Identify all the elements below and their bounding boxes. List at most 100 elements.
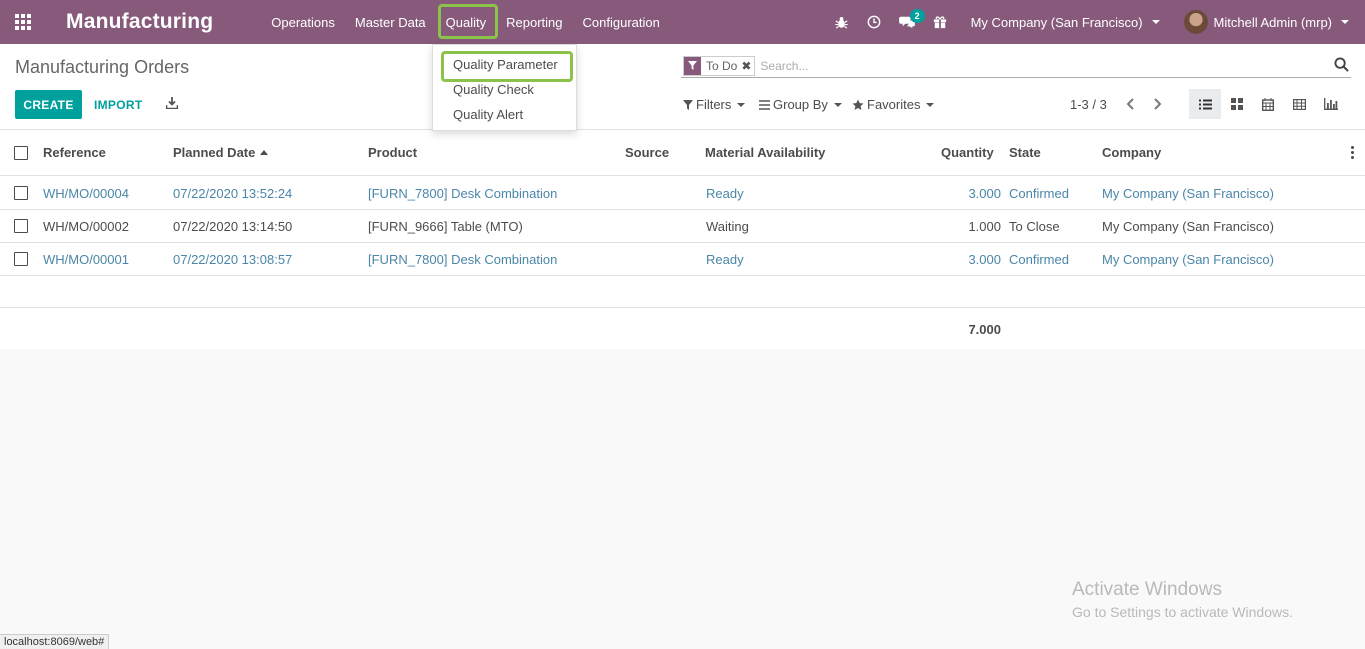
cell-state: Confirmed <box>1009 186 1069 201</box>
select-all-checkbox[interactable] <box>14 146 28 160</box>
groupby-dropdown[interactable]: Group By <box>759 97 842 112</box>
bars-icon <box>759 99 770 110</box>
column-company[interactable]: Company <box>1102 145 1161 160</box>
row-checkbox[interactable] <box>14 252 28 266</box>
watermark-subtitle: Go to Settings to activate Windows. <box>1072 604 1293 620</box>
create-button[interactable]: CREATE <box>15 90 82 119</box>
cell-company: My Company (San Francisco) <box>1102 252 1274 267</box>
cell-company: My Company (San Francisco) <box>1102 219 1274 234</box>
cell-availability: Ready <box>706 252 744 267</box>
column-state[interactable]: State <box>1009 145 1041 160</box>
messages-badge: 2 <box>909 9 925 23</box>
cell-reference: WH/MO/00004 <box>43 186 129 201</box>
chat-icon[interactable]: 2 <box>891 0 925 44</box>
total-quantity: 7.000 <box>968 322 1001 337</box>
column-planned-date-label: Planned Date <box>173 145 256 160</box>
filter-icon <box>684 56 701 75</box>
kebab-icon[interactable] <box>1351 146 1354 159</box>
windows-activation-watermark: Activate Windows Go to Settings to activ… <box>1072 579 1293 620</box>
menu-item-quality-parameter[interactable]: Quality Parameter <box>453 57 558 72</box>
chevron-down-icon <box>833 102 842 107</box>
watermark-title: Activate Windows <box>1072 579 1222 600</box>
chevron-down-icon <box>1151 20 1160 24</box>
menu-item-quality-alert[interactable]: Quality Alert <box>453 107 523 122</box>
menu-quality[interactable]: Quality <box>436 0 498 44</box>
download-icon[interactable] <box>165 93 179 113</box>
cell-product: [FURN_7800] Desk Combination <box>368 252 558 267</box>
import-button[interactable]: IMPORT <box>94 90 142 119</box>
table-row[interactable]: WH/MO/00004 07/22/2020 13:52:24 [FURN_78… <box>0 177 1365 210</box>
kanban-view-icon[interactable] <box>1221 89 1253 119</box>
column-planned-date[interactable]: Planned Date <box>173 145 269 160</box>
filters-dropdown[interactable]: Filters <box>683 97 746 112</box>
company-name: My Company (San Francisco) <box>970 14 1143 30</box>
quality-dropdown-menu: Quality Parameter Quality Check Quality … <box>432 44 577 131</box>
favorites-dropdown[interactable]: Favorites <box>852 97 935 112</box>
menu-master-data[interactable]: Master Data <box>345 0 436 44</box>
column-reference[interactable]: Reference <box>43 145 106 160</box>
manufacturing-orders-table: Reference Planned Date Product Source Ma… <box>0 130 1365 349</box>
column-product[interactable]: Product <box>368 145 417 160</box>
clock-icon[interactable] <box>858 0 891 44</box>
chevron-left-icon[interactable] <box>1123 96 1137 112</box>
sort-ascending-icon <box>260 150 269 155</box>
search-facet: To Do ✖ <box>683 55 756 76</box>
filters-label: Filters <box>696 97 732 112</box>
column-quantity[interactable]: Quantity <box>941 145 994 160</box>
facet-value: To Do <box>706 58 738 73</box>
menu-operations[interactable]: Operations <box>261 0 345 44</box>
favorites-label: Favorites <box>867 97 921 112</box>
row-checkbox[interactable] <box>14 186 28 200</box>
chevron-down-icon <box>1341 20 1349 24</box>
menu-configuration[interactable]: Configuration <box>573 0 670 44</box>
bug-icon[interactable] <box>825 0 858 44</box>
groupby-label: Group By <box>773 97 828 112</box>
search-icon[interactable] <box>1334 57 1349 75</box>
cell-availability: Ready <box>706 186 744 201</box>
main-navbar: Manufacturing Operations Master Data Qua… <box>0 0 1365 44</box>
pivot-view-icon[interactable] <box>1283 89 1315 119</box>
chevron-down-icon <box>926 102 935 107</box>
cell-availability: Waiting <box>706 219 749 234</box>
calendar-view-icon[interactable] <box>1252 89 1284 119</box>
systray: 2 My Company (San Francisco) Mitchell Ad… <box>825 0 1365 44</box>
company-switcher[interactable]: My Company (San Francisco) <box>957 0 1170 44</box>
cell-planned-date: 07/22/2020 13:08:57 <box>173 252 293 267</box>
avatar <box>1183 10 1208 34</box>
gift-icon[interactable] <box>924 0 957 44</box>
user-name: Mitchell Admin (mrp) <box>1213 14 1332 30</box>
remove-icon[interactable]: ✖ <box>741 59 754 73</box>
cell-planned-date: 07/22/2020 13:52:24 <box>173 186 293 201</box>
main-menu: Operations Master Data Quality Reporting… <box>261 0 670 44</box>
cell-reference: WH/MO/00001 <box>43 252 129 267</box>
list-view-icon[interactable] <box>1189 89 1221 119</box>
row-checkbox[interactable] <box>14 219 28 233</box>
user-menu[interactable]: Mitchell Admin (mrp) <box>1170 0 1365 44</box>
apps-icon[interactable] <box>0 0 46 44</box>
control-panel: Manufacturing Orders CREATE IMPORT To Do… <box>0 44 1365 130</box>
search-bar: To Do ✖ <box>681 54 1351 78</box>
table-header: Reference Planned Date Product Source Ma… <box>0 130 1365 176</box>
chevron-right-icon[interactable] <box>1151 96 1165 112</box>
cell-planned-date: 07/22/2020 13:14:50 <box>173 219 293 234</box>
browser-status-url: localhost:8069/web# <box>0 634 110 649</box>
table-row[interactable]: WH/MO/00001 07/22/2020 13:08:57 [FURN_78… <box>0 243 1365 276</box>
graph-view-icon[interactable] <box>1315 89 1347 119</box>
menu-reporting[interactable]: Reporting <box>496 0 572 44</box>
menu-item-quality-check[interactable]: Quality Check <box>453 82 534 97</box>
cell-product: [FURN_9666] Table (MTO) <box>368 219 523 234</box>
table-row[interactable]: WH/MO/00002 07/22/2020 13:14:50 [FURN_96… <box>0 210 1365 243</box>
cell-quantity: 3.000 <box>968 186 1001 201</box>
cell-product: [FURN_7800] Desk Combination <box>368 186 558 201</box>
cell-state: Confirmed <box>1009 252 1069 267</box>
cell-company: My Company (San Francisco) <box>1102 186 1274 201</box>
search-input[interactable] <box>760 58 1281 73</box>
app-title: Manufacturing <box>66 10 214 33</box>
quality-highlight-box <box>437 4 498 39</box>
filter-icon <box>683 99 693 110</box>
column-source[interactable]: Source <box>625 145 669 160</box>
column-material-availability[interactable]: Material Availability <box>705 145 825 160</box>
pager-value[interactable]: 1-3 / 3 <box>1070 97 1107 112</box>
breadcrumb: Manufacturing Orders <box>15 57 190 77</box>
chevron-down-icon <box>737 102 746 107</box>
